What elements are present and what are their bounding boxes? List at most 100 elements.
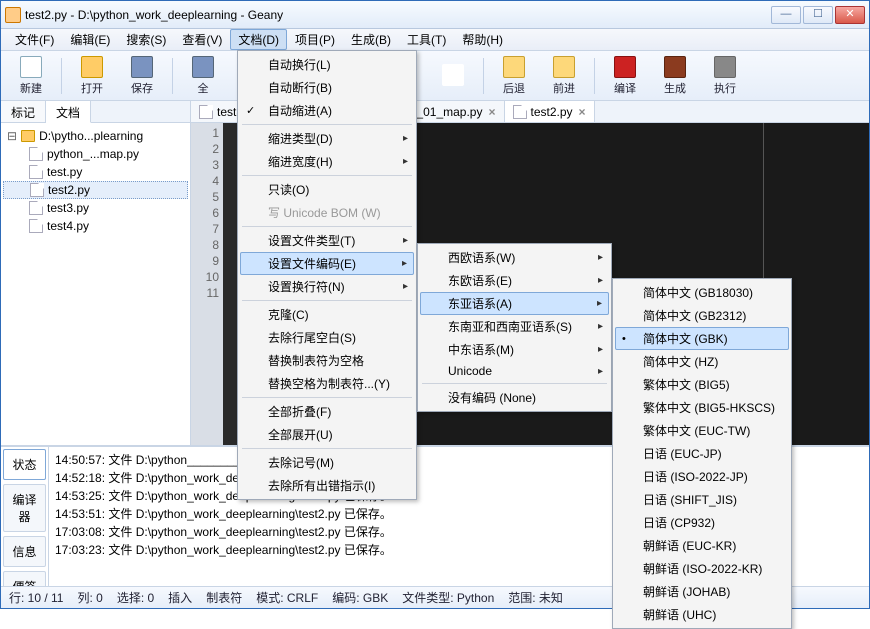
menu-item[interactable]: 东欧语系(E)▸ xyxy=(420,269,609,292)
status-line: 行: 10 / 11 xyxy=(9,589,63,606)
toolbar-icon xyxy=(503,56,525,78)
encoding-menu[interactable]: 西欧语系(W)▸东欧语系(E)▸东亚语系(A)▸东南亚和西南亚语系(S)▸中东语… xyxy=(417,243,612,412)
status-col: 列: 0 xyxy=(77,589,102,606)
toolbar-button[interactable]: 新建 xyxy=(7,54,55,98)
close-button[interactable]: ✕ xyxy=(835,6,865,24)
file-icon xyxy=(513,105,527,119)
bottom-tab[interactable]: 编译器 xyxy=(3,484,46,532)
toolbar-icon xyxy=(20,56,42,78)
menu-item[interactable]: 编辑(E) xyxy=(62,29,118,50)
file-icon xyxy=(199,105,213,119)
menu-item[interactable]: 全部折叠(F) xyxy=(240,400,414,423)
menu-item[interactable]: 查看(V) xyxy=(174,29,230,50)
menu-item[interactable]: 自动断行(B) xyxy=(240,76,414,99)
menubar: 文件(F)编辑(E)搜索(S)查看(V)文档(D)项目(P)生成(B)工具(T)… xyxy=(1,29,869,51)
bottom-tab[interactable]: 状态 xyxy=(3,449,46,480)
tree-file[interactable]: test.py xyxy=(3,163,188,181)
menu-item[interactable]: 设置换行符(N)▸ xyxy=(240,275,414,298)
menu-item[interactable]: 设置文件编码(E)▸ xyxy=(240,252,414,275)
titlebar[interactable]: test2.py - D:\python_work_deeplearning -… xyxy=(1,1,869,29)
toolbar-icon xyxy=(664,56,686,78)
menu-item[interactable]: 日语 (CP932) xyxy=(615,511,789,534)
menu-item[interactable]: 写 Unicode BOM (W) xyxy=(240,201,414,224)
menu-item[interactable]: 搜索(S) xyxy=(118,29,174,50)
menu-item[interactable]: 设置文件类型(T)▸ xyxy=(240,229,414,252)
menu-item[interactable]: 繁体中文 (BIG5-HKSCS) xyxy=(615,396,789,419)
menu-item[interactable]: Unicode▸ xyxy=(420,361,609,381)
status-mode: 模式: CRLF xyxy=(256,589,318,606)
close-icon[interactable]: × xyxy=(488,105,495,119)
east-asian-menu[interactable]: 简体中文 (GB18030)简体中文 (GB2312)•简体中文 (GBK)简体… xyxy=(612,278,792,629)
toolbar-icon xyxy=(614,56,636,78)
toolbar-button[interactable]: 后退 xyxy=(490,54,538,98)
menu-item[interactable]: 只读(O) xyxy=(240,178,414,201)
menu-item[interactable]: 日语 (EUC-JP) xyxy=(615,442,789,465)
bottom-tab[interactable]: 信息 xyxy=(3,536,46,567)
menu-item[interactable]: 去除记号(M) xyxy=(240,451,414,474)
document-menu[interactable]: 自动换行(L)自动断行(B)✓自动缩进(A) 缩进类型(D)▸缩进宽度(H)▸ 只读… xyxy=(237,50,417,500)
menu-item[interactable]: 文档(D) xyxy=(230,29,287,50)
menu-item[interactable]: 朝鲜语 (ISO-2022-KR) xyxy=(615,557,789,580)
toolbar-button[interactable]: 打开 xyxy=(68,54,116,98)
close-icon[interactable]: × xyxy=(579,105,586,119)
menu-item[interactable]: 日语 (SHIFT_JIS) xyxy=(615,488,789,511)
toolbar-button[interactable]: 生成 xyxy=(651,54,699,98)
menu-item[interactable]: 繁体中文 (EUC-TW) xyxy=(615,419,789,442)
menu-item[interactable]: 朝鲜语 (UHC) xyxy=(615,603,789,626)
menu-item[interactable]: 西欧语系(W)▸ xyxy=(420,246,609,269)
menu-item[interactable]: 全部展开(U) xyxy=(240,423,414,446)
menu-item[interactable]: 替换制表符为空格 xyxy=(240,349,414,372)
menu-item[interactable]: 自动换行(L) xyxy=(240,53,414,76)
tree-file[interactable]: python_...map.py xyxy=(3,145,188,163)
toolbar-button[interactable]: 编译 xyxy=(601,54,649,98)
bottom-tabs: 状态编译器信息便签 xyxy=(1,447,49,586)
menu-item[interactable]: 缩进宽度(H)▸ xyxy=(240,150,414,173)
menu-item[interactable]: 简体中文 (GB18030) xyxy=(615,281,789,304)
toolbar-button[interactable]: 执行 xyxy=(701,54,749,98)
menu-item[interactable]: •简体中文 (GBK) xyxy=(615,327,789,350)
menu-item[interactable]: 朝鲜语 (EUC-KR) xyxy=(615,534,789,557)
toolbar: 新建打开保存全 后退前进编译生成执行 xyxy=(1,51,869,101)
toolbar-icon xyxy=(131,56,153,78)
menu-item[interactable]: 工具(T) xyxy=(399,29,454,50)
menu-item[interactable]: 缩进类型(D)▸ xyxy=(240,127,414,150)
tree-file[interactable]: test4.py xyxy=(3,217,188,235)
menu-item[interactable]: ✓自动缩进(A) xyxy=(240,99,414,122)
maximize-button[interactable]: ☐ xyxy=(803,6,833,24)
menu-item[interactable]: 项目(P) xyxy=(287,29,343,50)
toolbar-button[interactable]: 全 xyxy=(179,54,227,98)
menu-item[interactable]: 简体中文 (GB2312) xyxy=(615,304,789,327)
sidebar-tab[interactable]: 标记 xyxy=(1,101,46,122)
sidebar: 标记文档 ⊟D:\pytho...plearningpython_...map.… xyxy=(1,101,191,445)
menu-item[interactable]: 文件(F) xyxy=(7,29,62,50)
menu-item[interactable]: 中东语系(M)▸ xyxy=(420,338,609,361)
menu-item[interactable]: 帮助(H) xyxy=(454,29,511,50)
menu-item[interactable]: 没有编码 (None) xyxy=(420,386,609,409)
menu-item[interactable]: 去除所有出错指示(I) xyxy=(240,474,414,497)
app-icon xyxy=(5,7,21,23)
tree-file[interactable]: test3.py xyxy=(3,199,188,217)
status-scope: 范围: 未知 xyxy=(508,589,563,606)
menu-item[interactable]: 东南亚和西南亚语系(S)▸ xyxy=(420,315,609,338)
toolbar-button[interactable]: 前进 xyxy=(540,54,588,98)
menu-item[interactable]: 替换空格为制表符...(Y) xyxy=(240,372,414,395)
folder-icon xyxy=(21,130,35,142)
menu-item[interactable]: 去除行尾空白(S) xyxy=(240,326,414,349)
menu-item[interactable]: 朝鲜语 (JOHAB) xyxy=(615,580,789,603)
toolbar-button[interactable]: 保存 xyxy=(118,54,166,98)
toolbar-button[interactable] xyxy=(429,62,477,90)
menu-item[interactable]: 繁体中文 (BIG5) xyxy=(615,373,789,396)
minimize-button[interactable]: — xyxy=(771,6,801,24)
sidebar-tab[interactable]: 文档 xyxy=(46,101,91,123)
menu-item[interactable]: 东亚语系(A)▸ xyxy=(420,292,609,315)
file-icon xyxy=(29,147,43,161)
toolbar-icon xyxy=(442,64,464,86)
tree-folder[interactable]: ⊟D:\pytho...plearning xyxy=(3,127,188,145)
tree-file[interactable]: test2.py xyxy=(3,181,188,199)
menu-item[interactable]: 日语 (ISO-2022-JP) xyxy=(615,465,789,488)
menu-item[interactable]: 克隆(C) xyxy=(240,303,414,326)
editor-tab[interactable]: test2.py× xyxy=(505,101,595,122)
window-title: test2.py - D:\python_work_deeplearning -… xyxy=(25,8,771,22)
menu-item[interactable]: 生成(B) xyxy=(343,29,399,50)
menu-item[interactable]: 简体中文 (HZ) xyxy=(615,350,789,373)
